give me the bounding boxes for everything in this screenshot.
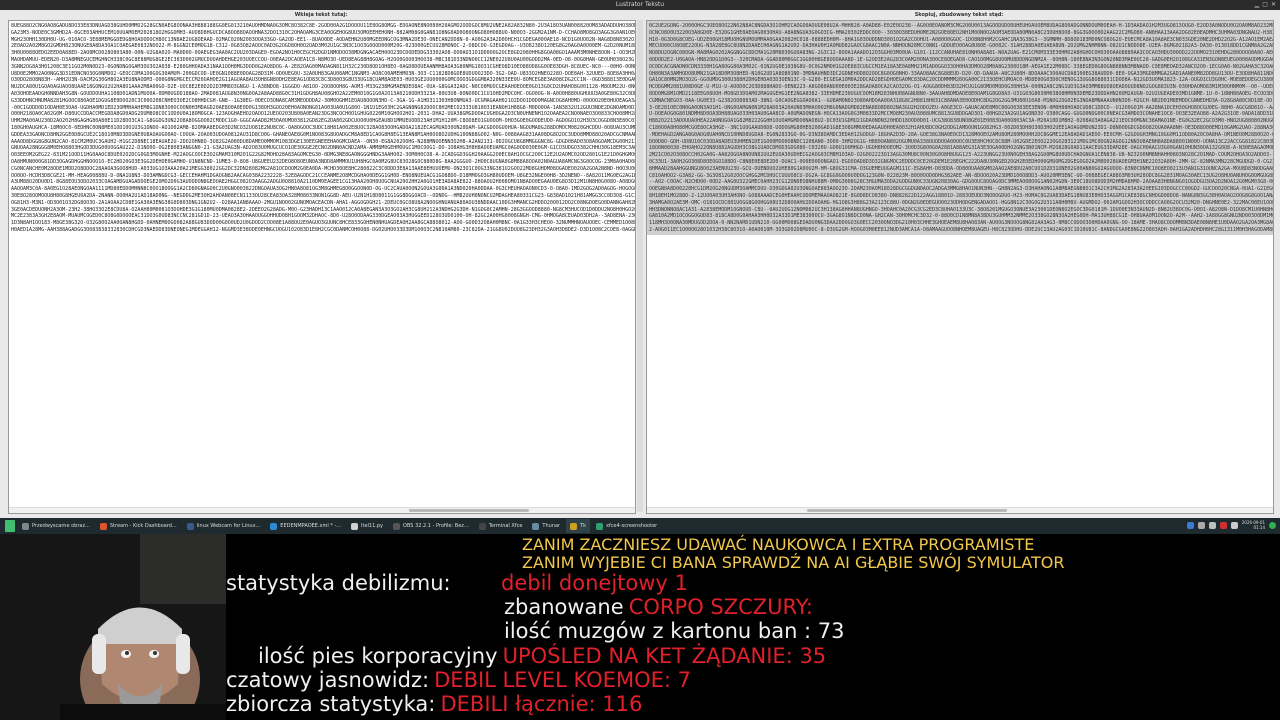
taskbar-item[interactable]: EEDENMPAOEE.xml * -... [266,519,345,533]
app-icon [186,522,194,530]
input-ascii-art-text: 8UEG88O2CNG0AO8GADU8DO33E83DNUAGD38GUHD0… [11,23,635,233]
taskbar-item-label: Terminal Xfce [488,523,523,529]
stat-total-value: DEBILI łącznie: 116 [440,692,643,716]
stats-heading: statystyka debilizmu: [226,571,451,595]
taskbar: Przedwyscarne obraz... Stream - Kick Dash… [0,518,1280,534]
lustrator-window: Lustrator Tekstu ▁ ▢ ✕ Wkleja tekst tuta… [0,0,1280,518]
taskbar-item-label: Przedwyscarne obraz... [32,523,90,529]
taskbar-item[interactable]: Itel11.py [347,519,387,533]
clock[interactable]: 2026-09-01 01:14 [1242,520,1265,530]
app-icon [270,522,278,530]
stat-banned-label: zbanowane [504,595,624,619]
stat-banned-value: CORPO SZCZURY: [628,595,813,619]
app-icon [393,522,401,530]
start-menu-icon[interactable] [5,520,15,532]
taskbar-item-label: EEDENMPAOEE.xml * -... [280,523,342,529]
left-horizontal-scrollbar[interactable] [9,507,635,513]
streamer-silhouette [0,534,226,720]
taskbar-item-label: Thunar [542,523,561,529]
taskbar-item[interactable]: linux Webcam for Linux... [183,519,265,533]
taskbar-item-label: Tk [580,523,587,529]
app-icon [596,522,604,530]
update-icon[interactable] [1269,522,1276,529]
app-icon [22,522,29,530]
output-encoded-text: 0C2UE2GONG-2O00OHGC3OEO8OO22N02N8AC8NGDA… [649,23,1273,233]
right-pane-label: Skopiuj, zbudowany tekst stąd: [914,12,1004,18]
taskbar-item[interactable]: Tk [566,519,591,533]
stat-donation-debil: debil donejtowy 1 [501,571,688,595]
stat-corporate-dog-label: ilość pies korporacyjny [258,644,498,668]
stream-overlay: ZANIM ZACZNIESZ UDAWAĆ NAUKOWCA I EXTRA … [226,534,1280,720]
taskbar-item-label: Stream - Kick Dashboard... [109,523,177,529]
close-icon[interactable]: ✕ [1271,1,1276,9]
app-icon [99,522,107,530]
maximize-icon[interactable]: ▢ [1262,1,1268,9]
minimize-icon[interactable]: ▁ [1255,1,1260,9]
right-scroll-thumb[interactable] [807,509,1007,512]
webcam-feed [0,534,226,720]
bluetooth-icon[interactable] [1197,522,1205,529]
taskbar-item[interactable]: Stream - Kick Dashboard... [96,519,181,533]
right-horizontal-scrollbar[interactable] [647,507,1273,513]
app-icon [478,522,486,530]
stat-banned-corpo: zbanowane CORPO SZCZURY: [504,595,813,619]
taskbar-item-label: xfce4-screenshooter [606,523,658,529]
window-controls: ▁ ▢ ✕ [1255,1,1276,9]
network-icon[interactable] [1186,522,1194,529]
window-title: Lustrator Tekstu [615,1,665,8]
app-icon [570,522,578,530]
system-tray: 2026-09-01 01:14 [1186,520,1276,530]
taskbar-item[interactable]: Terminal Xfce [475,519,527,533]
taskbar-item-label: linux Webcam for Linux... [196,523,261,529]
left-scroll-thumb[interactable] [409,509,529,512]
taskbar-item[interactable]: Thunar [528,519,564,533]
taskbar-items: Przedwyscarne obraz... Stream - Kick Dash… [18,519,663,533]
stat-total: zbiorcza statystyka: DEBILI łącznie: 116 [226,692,642,716]
pane-splitter[interactable] [637,20,643,512]
app-icon [351,522,359,530]
volume-icon[interactable] [1230,522,1238,529]
clipboard-icon[interactable] [1208,522,1216,529]
stat-corporate-dog-value: UPOŚLED NA KET ŻĄDANIE: 35 [502,644,827,668]
output-text-area[interactable]: 0C2UE2GONG-2O00OHGC3OEO8OO22N02N8AC8NGDA… [646,20,1274,514]
stat-chat-value: DEBIL LEVEL KOEMOE: 7 [434,668,691,692]
taskbar-item[interactable]: OBS 32.2.1 - Profile: Bez... [389,519,473,533]
window-titlebar[interactable]: Lustrator Tekstu ▁ ▢ ✕ [0,0,1280,10]
app-icon [532,522,540,530]
overlay-warning-line-2: ZANIM WYJEBIE CI BANA SPRAWDŹ NA AI GŁĄB… [522,553,1065,572]
input-text-area[interactable]: 8UEG88O2CNG0AO8GADU8DO33E83DNUAGD38GUHD0… [8,20,636,514]
stat-corporate-dog: ilość pies korporacyjny UPOŚLED NA KET Ż… [258,644,826,668]
stat-total-label: zbiorcza statystyka: [226,692,436,716]
stat-chat-label: czatowy jasnowidz: [226,668,430,692]
taskbar-item[interactable]: xfce4-screenshooter [592,519,661,533]
taskbar-item-label: OBS 32.2.1 - Profile: Bez... [403,523,469,529]
stat-chat-clairvoyant: czatowy jasnowidz: DEBIL LEVEL KOEMOE: 7 [226,668,691,692]
taskbar-item[interactable]: Przedwyscarne obraz... [18,519,94,533]
microphone-icon[interactable] [1219,522,1227,529]
stat-cardboard-brains: ilość muzgów z kartonu ban : 73 [504,619,845,643]
overlay-warning-line-1: ZANIM ZACZNIESZ UDAWAĆ NAUKOWCA I EXTRA … [522,535,1035,554]
taskbar-item-label: Itel11.py [361,523,384,529]
clock-time: 01:14 [1253,524,1265,530]
left-pane-label: Wkleja tekst tutaj: [294,12,348,18]
